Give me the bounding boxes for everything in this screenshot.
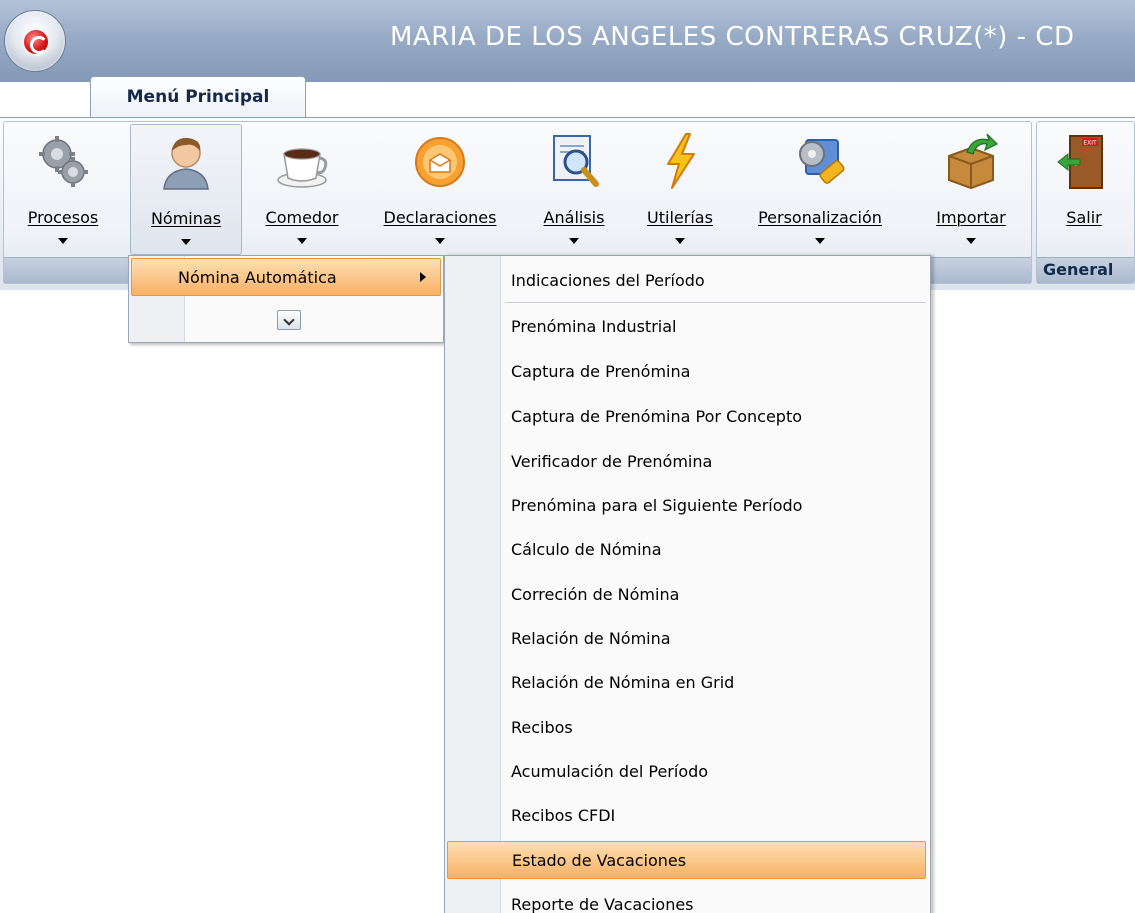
gears-icon — [39, 136, 88, 187]
submenu-item-label: Estado de Vacaciones — [512, 851, 687, 870]
submenu-item[interactable]: Cálculo de Nómina — [447, 531, 926, 569]
analisis-label: Análisis — [543, 208, 605, 227]
ribbon-group-general: EXIT Salir General — [1036, 121, 1135, 284]
comedor-label: Comedor — [265, 208, 339, 227]
lightning-icon — [667, 133, 695, 189]
user-icon — [163, 137, 209, 190]
box-import-icon — [948, 133, 999, 190]
submenu-item-label: Relación de Nómina — [511, 629, 671, 648]
svg-text:EXIT: EXIT — [1083, 140, 1097, 147]
utilerias-button[interactable]: Utilerías — [632, 124, 728, 255]
analisis-button[interactable]: Análisis — [528, 124, 620, 255]
submenu-item[interactable]: Correción de Nómina — [447, 576, 926, 614]
nominas-button[interactable]: Nóminas — [130, 124, 242, 255]
submenu-item[interactable]: Acumulación del Período — [447, 753, 926, 791]
chevron-down-icon — [297, 238, 307, 244]
submenu-item-label: Cálculo de Nómina — [511, 540, 662, 559]
submenu-item-label: Captura de Prenómina Por Concepto — [511, 407, 803, 426]
submenu-item[interactable]: Recibos CFDI — [447, 797, 926, 835]
importar-label: Importar — [936, 208, 1006, 227]
submenu-item[interactable]: Relación de Nómina — [447, 620, 926, 658]
submenu-item-label: Relación de Nómina en Grid — [511, 673, 735, 692]
magnifier-icon — [553, 135, 599, 187]
submenu-item-label: Prenómina Industrial — [511, 317, 677, 336]
ribbon-group-general-caption: General — [1043, 260, 1114, 279]
submenu-item[interactable]: Recibos — [447, 709, 926, 747]
coffee-cup-icon — [277, 148, 328, 188]
chevron-down-icon — [966, 238, 976, 244]
exit-door-icon: EXIT — [1057, 135, 1103, 189]
title-bar: MARIA DE LOS ANGELES CONTRERAS CRUZ(*) -… — [0, 0, 1135, 82]
submenu-item[interactable]: Prenómina para el Siguiente Período — [447, 487, 926, 525]
nomina-automatica-submenu: Indicaciones del Período Prenómina Indus… — [444, 255, 931, 913]
expand-menu-button[interactable] — [277, 310, 301, 330]
chevron-down-icon — [58, 238, 68, 244]
tab-menu-principal[interactable]: Menú Principal — [90, 76, 306, 118]
submenu-item[interactable]: Relación de Nómina en Grid — [447, 664, 926, 702]
submenu-item-label: Reporte de Vacaciones — [511, 895, 694, 913]
window-title: MARIA DE LOS ANGELES CONTRERAS CRUZ(*) -… — [390, 22, 1075, 52]
app-logo-icon — [22, 28, 50, 56]
application-menu-button[interactable] — [4, 10, 66, 72]
submenu-item-label: Captura de Prenómina — [511, 362, 691, 381]
submenu-item-label: Verificador de Prenómina — [511, 452, 713, 471]
importar-button[interactable]: Importar — [924, 124, 1018, 255]
submenu-item[interactable]: Verificador de Prenómina — [447, 443, 926, 481]
declaration-icon — [415, 137, 465, 187]
submenu-item-label: Acumulación del Período — [511, 762, 709, 781]
submenu-item-label: Recibos CFDI — [511, 806, 616, 825]
nominas-label: Nóminas — [150, 209, 222, 228]
menu-item-label: Nómina Automática — [178, 268, 337, 287]
declaraciones-label: Declaraciones — [383, 208, 497, 227]
chevron-down-icon — [435, 238, 445, 244]
submenu-item[interactable]: Captura de Prenómina Por Concepto — [447, 398, 926, 436]
menu-separator — [505, 302, 926, 303]
chevron-down-icon — [815, 238, 825, 244]
salir-button[interactable]: EXIT Salir — [1041, 124, 1127, 255]
submenu-item-highlighted[interactable]: Estado de Vacaciones — [447, 841, 926, 879]
procesos-button[interactable]: Procesos — [14, 124, 112, 255]
submenu-item[interactable]: Captura de Prenómina — [447, 353, 926, 391]
procesos-label: Procesos — [27, 208, 99, 227]
submenu-item-label: Recibos — [511, 718, 573, 737]
submenu-item[interactable]: Prenómina Industrial — [447, 308, 926, 346]
submenu-item[interactable]: Reporte de Vacaciones — [447, 886, 926, 913]
tools-icon — [799, 139, 845, 184]
menu-item-nomina-automatica[interactable]: Nómina Automática — [131, 258, 441, 296]
submenu-item-label: Indicaciones del Período — [511, 271, 705, 290]
chevron-down-icon — [675, 238, 685, 244]
salir-label: Salir — [1066, 208, 1102, 227]
declaraciones-button[interactable]: Declaraciones — [368, 124, 512, 255]
utilerias-label: Utilerías — [647, 208, 713, 227]
personalizacion-button[interactable]: Personalización — [738, 124, 902, 255]
submenu-item[interactable]: Indicaciones del Período — [447, 262, 926, 300]
ribbon-group-general-footer: General — [1037, 257, 1134, 283]
submenu-item-label: Prenómina para el Siguiente Período — [511, 496, 803, 515]
chevron-right-icon — [420, 272, 426, 282]
chevron-down-icon — [181, 239, 191, 245]
personalizacion-label: Personalización — [758, 208, 882, 227]
nominas-dropdown-menu: Nómina Automática — [128, 255, 444, 343]
comedor-button[interactable]: Comedor — [250, 124, 354, 255]
submenu-item-label: Correción de Nómina — [511, 585, 680, 604]
chevron-down-icon — [569, 238, 579, 244]
